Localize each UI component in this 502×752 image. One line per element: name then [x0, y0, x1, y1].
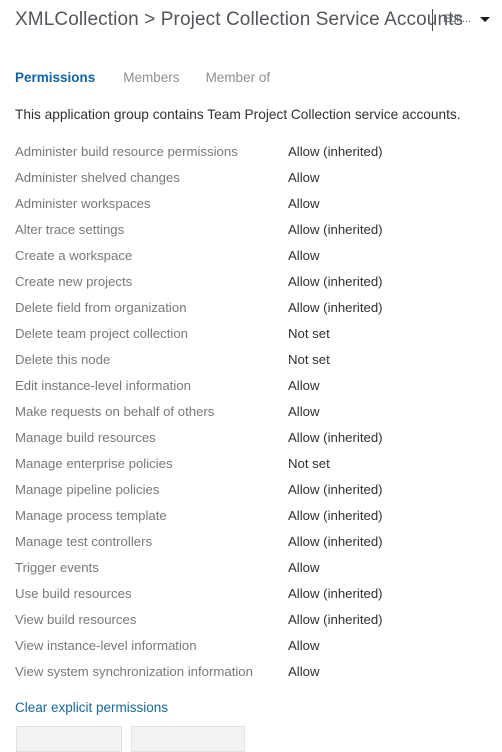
- permission-value[interactable]: Allow (inherited): [288, 217, 383, 243]
- permission-value[interactable]: Allow (inherited): [288, 139, 383, 165]
- clear-explicit-permissions-link[interactable]: Clear explicit permissions: [15, 700, 168, 715]
- permission-name: View build resources: [15, 612, 137, 627]
- permission-value[interactable]: Allow (inherited): [288, 425, 383, 451]
- permission-name: Create new projects: [15, 274, 133, 289]
- permission-value[interactable]: Allow (inherited): [288, 503, 383, 529]
- permission-name: Trigger events: [15, 560, 99, 575]
- permissions-list: Administer build resource permissions All…: [0, 139, 502, 685]
- permission-name: Alter trace settings: [15, 222, 125, 237]
- permission-row[interactable]: Manage build resources Allow (inherited): [0, 425, 502, 451]
- permission-value[interactable]: Not set: [288, 451, 330, 477]
- group-description: This application group contains Team Pro…: [15, 107, 461, 122]
- permission-name: Manage enterprise policies: [15, 456, 173, 471]
- footer-button-secondary[interactable]: [131, 726, 245, 752]
- permission-row[interactable]: Administer shelved changes Allow: [0, 165, 502, 191]
- permission-row[interactable]: View instance-level information Allow: [0, 633, 502, 659]
- edit-dropdown-label: Edit...: [443, 13, 472, 25]
- permission-value[interactable]: Allow: [288, 165, 320, 191]
- permission-row[interactable]: View system synchronization information A…: [0, 659, 502, 685]
- page-header: XMLCollection > Project Collection Servi…: [0, 0, 502, 48]
- permission-row[interactable]: Delete this node Not set: [0, 347, 502, 373]
- permission-name: Manage build resources: [15, 430, 156, 445]
- tab-member-of[interactable]: Member of: [206, 70, 271, 85]
- footer-button-primary[interactable]: [16, 726, 122, 752]
- page-title: XMLCollection > Project Collection Servi…: [15, 9, 464, 30]
- permission-value[interactable]: Allow: [288, 555, 320, 581]
- permission-name: Administer build resource permissions: [15, 144, 238, 159]
- permission-name: Administer workspaces: [15, 196, 151, 211]
- permission-row[interactable]: Manage pipeline policies Allow (inherited…: [0, 477, 502, 503]
- permission-value[interactable]: Allow: [288, 191, 320, 217]
- permission-name: Edit instance-level information: [15, 378, 191, 393]
- permission-row[interactable]: Manage enterprise policies Not set: [0, 451, 502, 477]
- permission-row[interactable]: Create new projects Allow (inherited): [0, 269, 502, 295]
- permission-value[interactable]: Allow: [288, 659, 320, 685]
- permission-row[interactable]: Trigger events Allow: [0, 555, 502, 581]
- permission-name: Make requests on behalf of others: [15, 404, 215, 419]
- permission-name: Administer shelved changes: [15, 170, 180, 185]
- tab-permissions[interactable]: Permissions: [15, 70, 95, 85]
- permission-value[interactable]: Allow (inherited): [288, 295, 383, 321]
- permission-row[interactable]: Administer build resource permissions All…: [0, 139, 502, 165]
- permission-value[interactable]: Allow (inherited): [288, 581, 383, 607]
- permission-name: Manage pipeline policies: [15, 482, 160, 497]
- permission-row[interactable]: Use build resources Allow (inherited): [0, 581, 502, 607]
- permission-name: Delete field from organization: [15, 300, 187, 315]
- permission-value[interactable]: Allow (inherited): [288, 529, 383, 555]
- permission-row[interactable]: Delete field from organization Allow (inh…: [0, 295, 502, 321]
- permission-row[interactable]: Delete team project collection Not set: [0, 321, 502, 347]
- permission-row[interactable]: Make requests on behalf of others Allow: [0, 399, 502, 425]
- permission-value[interactable]: Allow (inherited): [288, 477, 383, 503]
- permission-row[interactable]: View build resources Allow (inherited): [0, 607, 502, 633]
- permission-value[interactable]: Allow (inherited): [288, 269, 383, 295]
- edit-dropdown-button[interactable]: Edit...: [443, 13, 491, 25]
- tab-bar: Permissions Members Member of: [15, 70, 296, 85]
- permission-row[interactable]: Manage test controllers Allow (inherited): [0, 529, 502, 555]
- permission-value[interactable]: Allow (inherited): [288, 607, 383, 633]
- permission-value[interactable]: Not set: [288, 321, 330, 347]
- permission-name: Manage test controllers: [15, 534, 153, 549]
- footer-button-bar: [16, 726, 245, 752]
- permission-name: Use build resources: [15, 586, 132, 601]
- permission-row[interactable]: Create a workspace Allow: [0, 243, 502, 269]
- permission-value[interactable]: Allow: [288, 373, 320, 399]
- permission-value[interactable]: Allow: [288, 243, 320, 269]
- permission-name: Delete team project collection: [15, 326, 188, 341]
- permission-row[interactable]: Administer workspaces Allow: [0, 191, 502, 217]
- permission-value[interactable]: Not set: [288, 347, 330, 373]
- permission-row[interactable]: Edit instance-level information Allow: [0, 373, 502, 399]
- permission-name: Create a workspace: [15, 248, 133, 263]
- permission-value[interactable]: Allow: [288, 633, 320, 659]
- permission-row[interactable]: Alter trace settings Allow (inherited): [0, 217, 502, 243]
- permission-name: View instance-level information: [15, 638, 197, 653]
- permission-name: Manage process template: [15, 508, 167, 523]
- tab-members[interactable]: Members: [123, 70, 179, 85]
- permission-row[interactable]: Manage process template Allow (inherited): [0, 503, 502, 529]
- permission-name: View system synchronization information: [15, 664, 253, 679]
- permission-value[interactable]: Allow: [288, 399, 320, 425]
- header-divider: [432, 9, 433, 31]
- chevron-down-icon: [480, 17, 491, 22]
- permission-name: Delete this node: [15, 352, 111, 367]
